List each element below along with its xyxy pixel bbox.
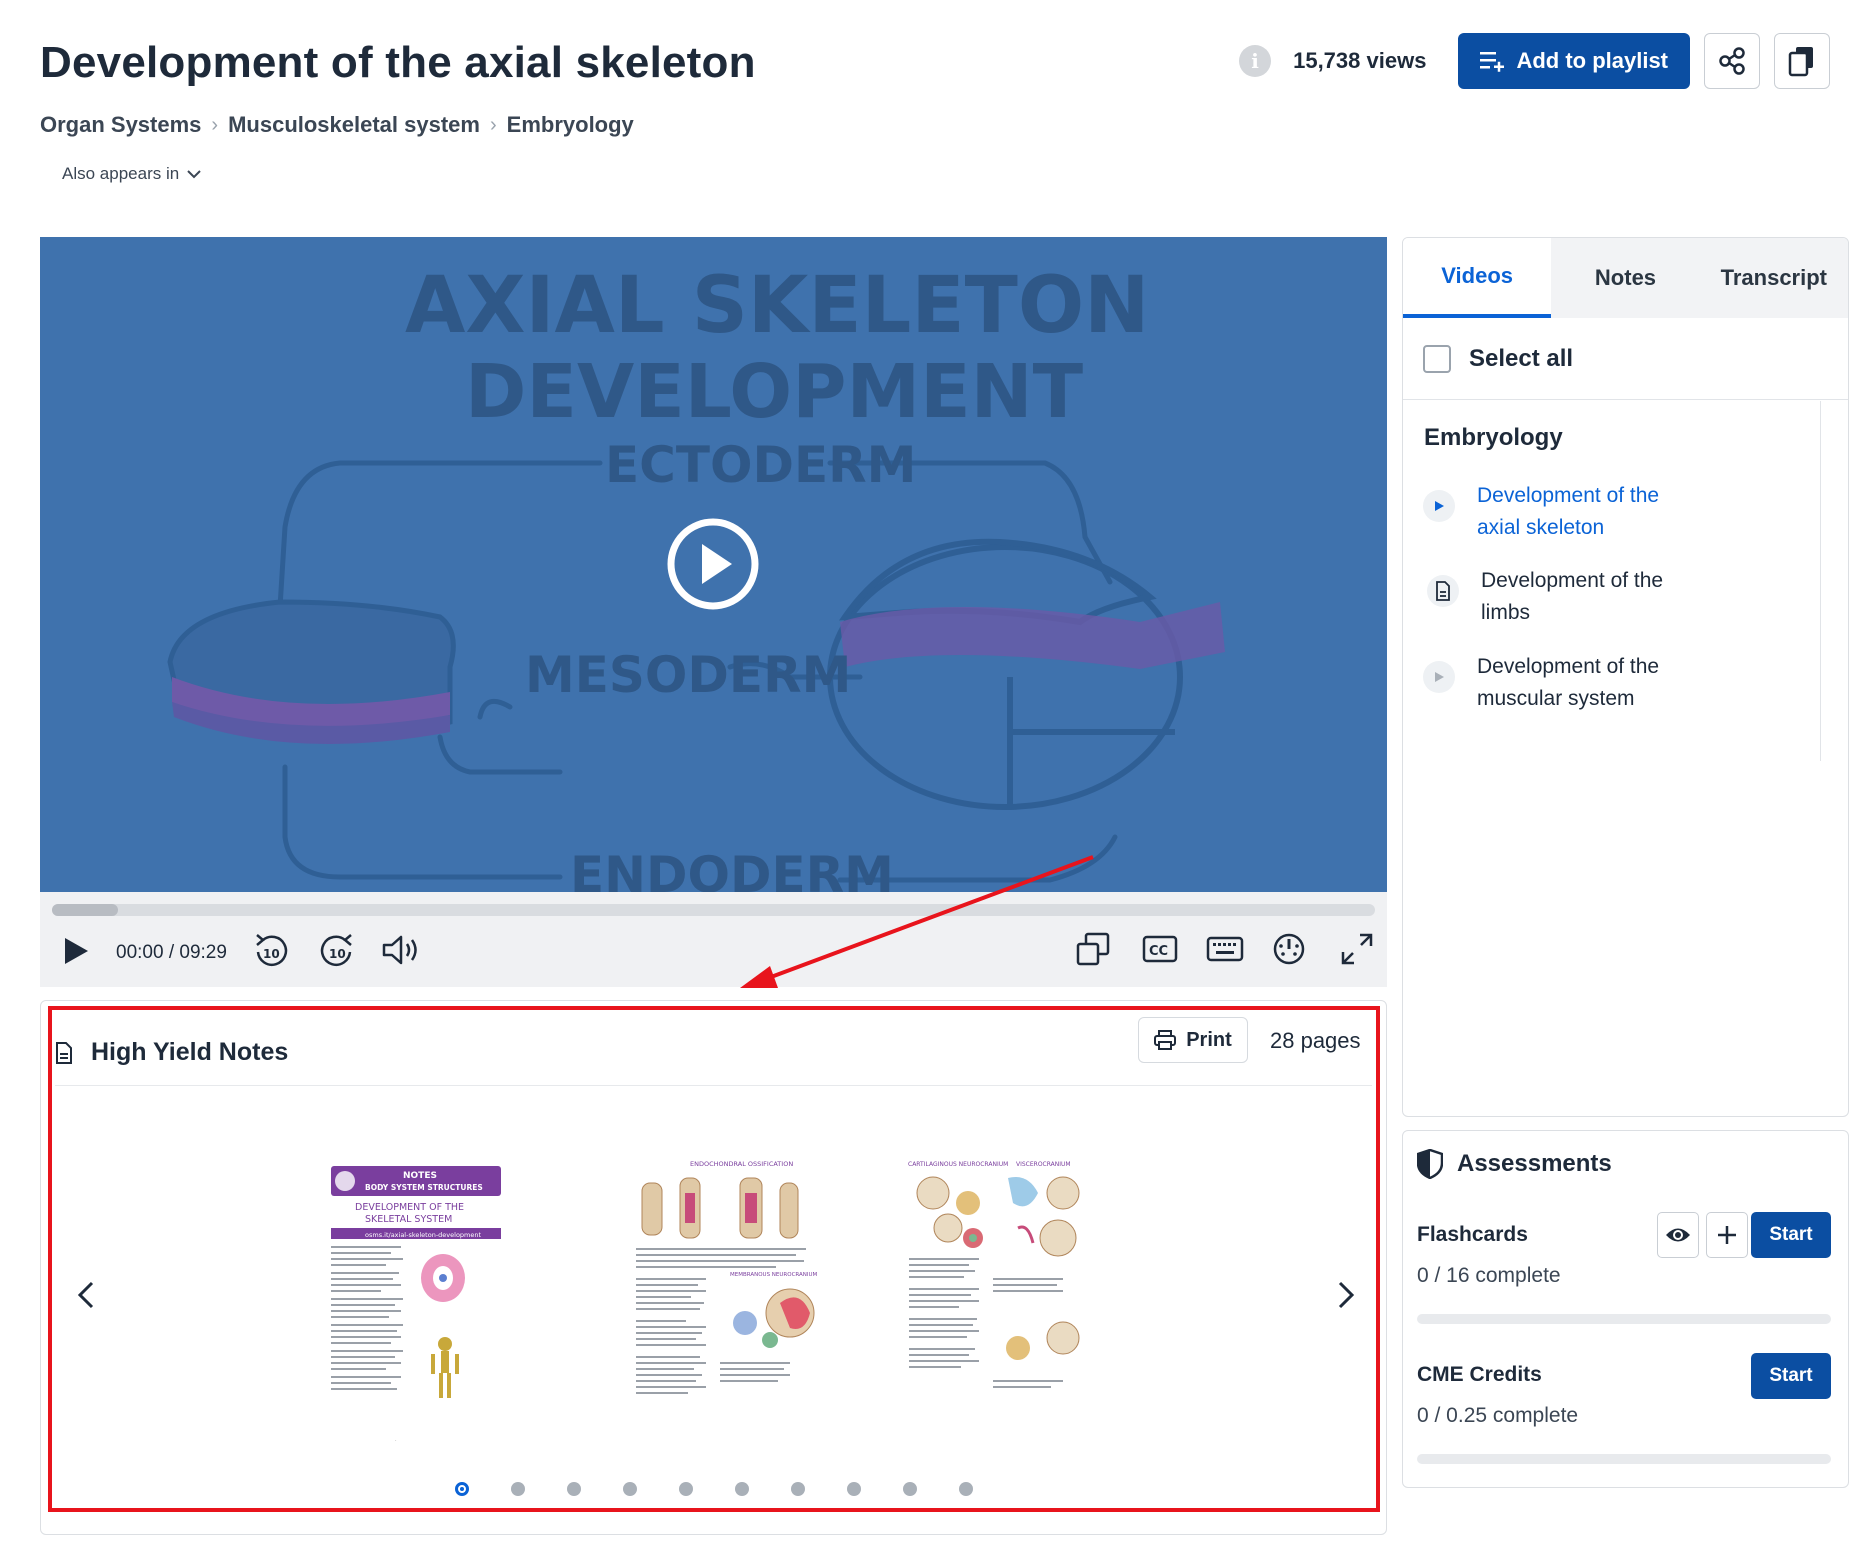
- video-player[interactable]: AXIAL SKELETON DEVELOPMENT ECTODERM MESO…: [40, 237, 1387, 892]
- document-icon: [1427, 575, 1459, 607]
- forward-10-icon[interactable]: 10: [320, 932, 354, 968]
- also-appears-in-label: Also appears in: [62, 164, 180, 183]
- closed-captions-icon[interactable]: CC: [1142, 934, 1178, 964]
- add-flashcards-button[interactable]: [1706, 1212, 1748, 1258]
- chevron-down-icon: [187, 170, 201, 179]
- play-overlay-icon[interactable]: [666, 517, 760, 611]
- select-all-label: Select all: [1469, 344, 1574, 372]
- svg-text:MESODERM: MESODERM: [525, 646, 851, 704]
- seek-bar-buffer: [52, 904, 119, 916]
- info-icon[interactable]: i: [1239, 45, 1272, 77]
- start-cme-button[interactable]: Start: [1751, 1353, 1831, 1399]
- svg-text:CC: CC: [1149, 944, 1168, 959]
- share-icon: [1719, 47, 1745, 75]
- select-all-row[interactable]: Select all: [1403, 318, 1848, 400]
- cme-progress-text: 0 / 0.25 complete: [1417, 1404, 1579, 1427]
- tab-notes[interactable]: Notes: [1551, 238, 1699, 318]
- tab-transcript[interactable]: Transcript: [1700, 238, 1848, 318]
- keyboard-icon[interactable]: [1206, 936, 1244, 962]
- breadcrumb: Organ Systems › Musculoskeletal system ›…: [40, 112, 634, 138]
- svg-text:AXIAL SKELETON: AXIAL SKELETON: [405, 261, 1149, 351]
- volume-icon[interactable]: [382, 934, 424, 966]
- breadcrumb-organ-systems[interactable]: Organ Systems: [40, 112, 201, 138]
- annotation-highlight-box: [48, 1006, 1380, 1512]
- select-all-checkbox[interactable]: [1423, 344, 1451, 373]
- play-icon: [1423, 661, 1455, 693]
- flashcards-progress-bar: [1417, 1314, 1831, 1324]
- play-icon[interactable]: [62, 936, 90, 966]
- assessments-panel: Assessments Flashcards Start 0 / 16 comp…: [1402, 1130, 1849, 1488]
- svg-text:10: 10: [263, 947, 280, 961]
- eye-icon: [1666, 1228, 1690, 1242]
- chevron-right-icon: ›: [211, 113, 219, 136]
- list-item[interactable]: Development of the limbs: [1423, 565, 1691, 629]
- playlist-sidebar: Videos Notes Transcript Select all Embry…: [1402, 237, 1849, 1117]
- time-display: 00:00 / 09:29: [116, 942, 227, 963]
- tab-videos[interactable]: Videos: [1403, 238, 1552, 318]
- playlist-add-icon: [1480, 52, 1505, 72]
- svg-text:DEVELOPMENT: DEVELOPMENT: [465, 349, 1084, 435]
- flashcards-label: Flashcards: [1417, 1223, 1528, 1246]
- preview-flashcards-button[interactable]: [1657, 1212, 1699, 1258]
- add-to-playlist-label: Add to playlist: [1516, 48, 1668, 73]
- start-flashcards-button[interactable]: Start: [1751, 1212, 1831, 1258]
- page-title: Development of the axial skeleton: [40, 38, 756, 87]
- flashcards-progress-text: 0 / 16 complete: [1417, 1264, 1561, 1287]
- breadcrumb-embryology[interactable]: Embryology: [507, 112, 634, 138]
- fullscreen-icon[interactable]: [1340, 932, 1374, 966]
- list-item-label: Development of the axial skeleton: [1477, 484, 1660, 539]
- cme-credits-label: CME Credits: [1417, 1363, 1542, 1386]
- shield-icon: [1417, 1149, 1443, 1179]
- list-item[interactable]: Development of the axial skeleton: [1423, 480, 1687, 544]
- plus-icon: [1718, 1226, 1736, 1244]
- picture-in-picture-icon[interactable]: [1076, 932, 1110, 966]
- chevron-right-icon: ›: [489, 113, 497, 136]
- assessments-title: Assessments: [1457, 1150, 1612, 1177]
- section-heading: Embryology: [1424, 424, 1563, 451]
- copy-button[interactable]: [1774, 33, 1830, 89]
- copy-icon: [1788, 47, 1813, 77]
- playback-speed-icon[interactable]: [1272, 932, 1306, 966]
- list-item-label: Development of the limbs: [1481, 569, 1664, 624]
- rewind-10-icon[interactable]: 10: [254, 932, 288, 968]
- breadcrumb-musculoskeletal[interactable]: Musculoskeletal system: [228, 112, 480, 138]
- sidebar-scrollbar[interactable]: [1820, 401, 1848, 761]
- sidebar-tabs: Videos Notes Transcript: [1403, 238, 1848, 318]
- svg-text:10: 10: [329, 947, 346, 961]
- cme-progress-bar: [1417, 1454, 1831, 1464]
- list-item[interactable]: Development of the muscular system: [1423, 651, 1687, 715]
- also-appears-in-toggle[interactable]: Also appears in: [62, 164, 201, 184]
- play-icon: [1423, 490, 1455, 522]
- svg-text:ECTODERM: ECTODERM: [605, 436, 916, 494]
- view-count: 15,738 views: [1293, 48, 1427, 73]
- seek-bar[interactable]: [52, 904, 1375, 916]
- video-controls: 00:00 / 09:29 10 10 CC: [40, 892, 1387, 987]
- share-button[interactable]: [1704, 33, 1760, 89]
- add-to-playlist-button[interactable]: Add to playlist: [1458, 33, 1690, 89]
- svg-text:ENDODERM: ENDODERM: [570, 846, 894, 892]
- list-item-label: Development of the muscular system: [1477, 655, 1660, 710]
